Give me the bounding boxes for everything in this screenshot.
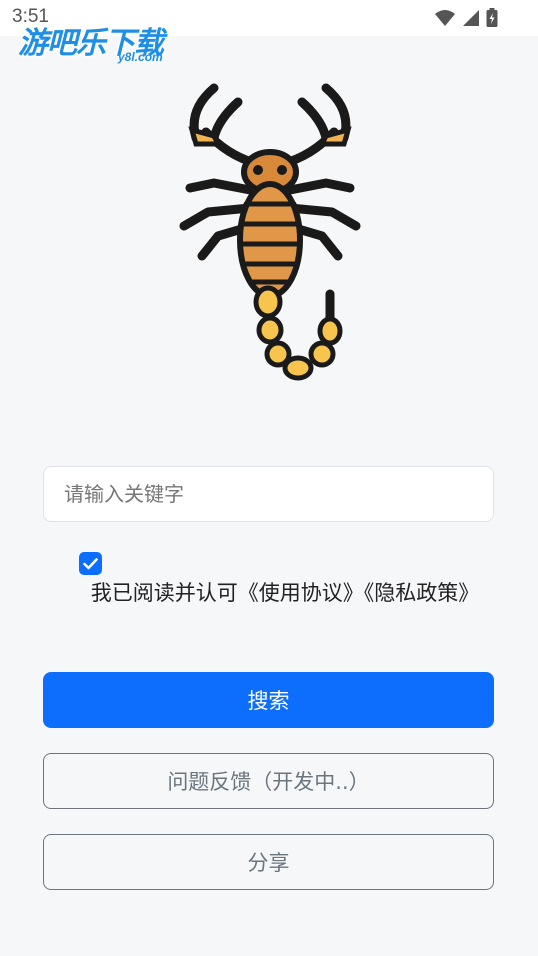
watermark-logo: 游吧乐下载 y8l.com	[18, 18, 188, 68]
feedback-button[interactable]: 问题反馈（开发中..）	[43, 753, 494, 809]
scorpion-logo	[179, 83, 361, 381]
status-icons	[434, 8, 498, 28]
agreement-text[interactable]: 我已阅读并认可《使用协议》《隐私政策》	[70, 576, 500, 611]
wifi-icon	[435, 10, 455, 26]
agree-checkbox[interactable]	[79, 552, 102, 575]
battery-icon	[486, 8, 498, 27]
search-button[interactable]: 搜索	[43, 672, 494, 728]
search-input[interactable]	[43, 466, 494, 522]
watermark-domain: y8l.com	[118, 50, 163, 64]
share-button[interactable]: 分享	[43, 834, 494, 890]
signal-icon	[463, 10, 479, 26]
check-icon	[83, 557, 98, 569]
